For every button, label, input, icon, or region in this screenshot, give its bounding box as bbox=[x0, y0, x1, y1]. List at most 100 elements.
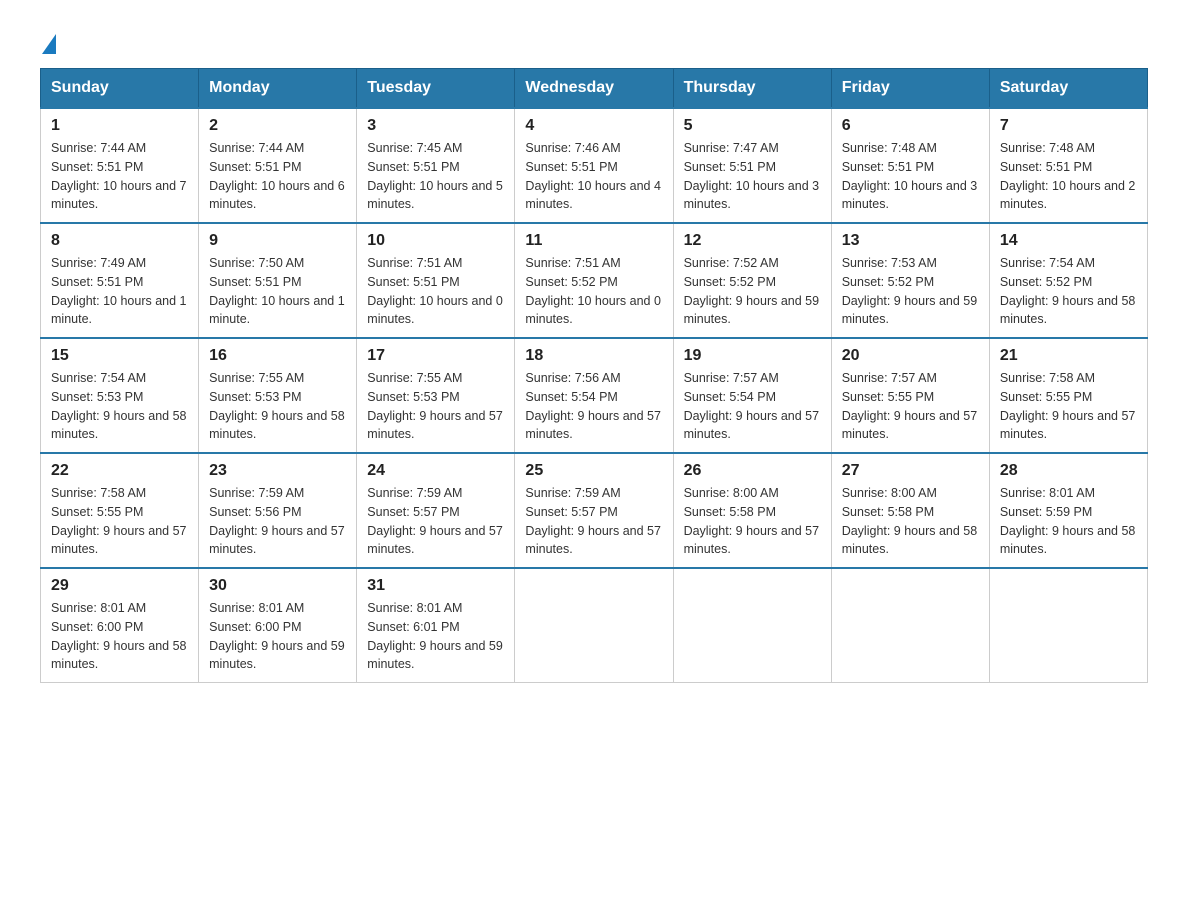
calendar-week-row: 1 Sunrise: 7:44 AM Sunset: 5:51 PM Dayli… bbox=[41, 108, 1148, 223]
day-number: 25 bbox=[525, 462, 662, 480]
calendar-cell: 23 Sunrise: 7:59 AM Sunset: 5:56 PM Dayl… bbox=[199, 453, 357, 568]
day-info: Sunrise: 7:51 AM Sunset: 5:52 PM Dayligh… bbox=[525, 254, 662, 329]
calendar-cell: 29 Sunrise: 8:01 AM Sunset: 6:00 PM Dayl… bbox=[41, 568, 199, 683]
calendar-cell: 27 Sunrise: 8:00 AM Sunset: 5:58 PM Dayl… bbox=[831, 453, 989, 568]
day-number: 15 bbox=[51, 347, 188, 365]
calendar-cell bbox=[831, 568, 989, 683]
day-number: 7 bbox=[1000, 117, 1137, 135]
calendar-cell: 21 Sunrise: 7:58 AM Sunset: 5:55 PM Dayl… bbox=[989, 338, 1147, 453]
calendar-week-row: 15 Sunrise: 7:54 AM Sunset: 5:53 PM Dayl… bbox=[41, 338, 1148, 453]
day-number: 19 bbox=[684, 347, 821, 365]
day-number: 2 bbox=[209, 117, 346, 135]
day-info: Sunrise: 7:44 AM Sunset: 5:51 PM Dayligh… bbox=[51, 139, 188, 214]
day-number: 16 bbox=[209, 347, 346, 365]
day-info: Sunrise: 7:48 AM Sunset: 5:51 PM Dayligh… bbox=[842, 139, 979, 214]
calendar-cell: 5 Sunrise: 7:47 AM Sunset: 5:51 PM Dayli… bbox=[673, 108, 831, 223]
calendar-cell bbox=[515, 568, 673, 683]
day-info: Sunrise: 8:00 AM Sunset: 5:58 PM Dayligh… bbox=[684, 484, 821, 559]
day-info: Sunrise: 7:55 AM Sunset: 5:53 PM Dayligh… bbox=[209, 369, 346, 444]
day-info: Sunrise: 7:57 AM Sunset: 5:54 PM Dayligh… bbox=[684, 369, 821, 444]
calendar-week-row: 22 Sunrise: 7:58 AM Sunset: 5:55 PM Dayl… bbox=[41, 453, 1148, 568]
day-number: 3 bbox=[367, 117, 504, 135]
logo-triangle-icon bbox=[42, 34, 56, 54]
calendar-cell: 1 Sunrise: 7:44 AM Sunset: 5:51 PM Dayli… bbox=[41, 108, 199, 223]
day-number: 10 bbox=[367, 232, 504, 250]
day-number: 13 bbox=[842, 232, 979, 250]
day-info: Sunrise: 7:46 AM Sunset: 5:51 PM Dayligh… bbox=[525, 139, 662, 214]
day-info: Sunrise: 8:01 AM Sunset: 6:01 PM Dayligh… bbox=[367, 599, 504, 674]
day-info: Sunrise: 8:01 AM Sunset: 6:00 PM Dayligh… bbox=[51, 599, 188, 674]
calendar-cell: 17 Sunrise: 7:55 AM Sunset: 5:53 PM Dayl… bbox=[357, 338, 515, 453]
day-number: 27 bbox=[842, 462, 979, 480]
day-number: 31 bbox=[367, 577, 504, 595]
calendar-day-header: Thursday bbox=[673, 69, 831, 109]
calendar-cell bbox=[673, 568, 831, 683]
calendar-cell: 28 Sunrise: 8:01 AM Sunset: 5:59 PM Dayl… bbox=[989, 453, 1147, 568]
day-info: Sunrise: 7:52 AM Sunset: 5:52 PM Dayligh… bbox=[684, 254, 821, 329]
day-info: Sunrise: 7:59 AM Sunset: 5:57 PM Dayligh… bbox=[525, 484, 662, 559]
calendar-cell: 15 Sunrise: 7:54 AM Sunset: 5:53 PM Dayl… bbox=[41, 338, 199, 453]
day-info: Sunrise: 7:48 AM Sunset: 5:51 PM Dayligh… bbox=[1000, 139, 1137, 214]
day-number: 9 bbox=[209, 232, 346, 250]
calendar-cell: 8 Sunrise: 7:49 AM Sunset: 5:51 PM Dayli… bbox=[41, 223, 199, 338]
calendar-cell: 13 Sunrise: 7:53 AM Sunset: 5:52 PM Dayl… bbox=[831, 223, 989, 338]
calendar-cell: 6 Sunrise: 7:48 AM Sunset: 5:51 PM Dayli… bbox=[831, 108, 989, 223]
day-number: 17 bbox=[367, 347, 504, 365]
day-number: 28 bbox=[1000, 462, 1137, 480]
day-number: 8 bbox=[51, 232, 188, 250]
calendar-cell: 19 Sunrise: 7:57 AM Sunset: 5:54 PM Dayl… bbox=[673, 338, 831, 453]
calendar-cell: 26 Sunrise: 8:00 AM Sunset: 5:58 PM Dayl… bbox=[673, 453, 831, 568]
calendar-day-header: Monday bbox=[199, 69, 357, 109]
calendar-cell: 18 Sunrise: 7:56 AM Sunset: 5:54 PM Dayl… bbox=[515, 338, 673, 453]
day-info: Sunrise: 8:01 AM Sunset: 5:59 PM Dayligh… bbox=[1000, 484, 1137, 559]
day-info: Sunrise: 7:59 AM Sunset: 5:56 PM Dayligh… bbox=[209, 484, 346, 559]
day-info: Sunrise: 7:50 AM Sunset: 5:51 PM Dayligh… bbox=[209, 254, 346, 329]
day-info: Sunrise: 7:53 AM Sunset: 5:52 PM Dayligh… bbox=[842, 254, 979, 329]
calendar-cell: 25 Sunrise: 7:59 AM Sunset: 5:57 PM Dayl… bbox=[515, 453, 673, 568]
day-number: 24 bbox=[367, 462, 504, 480]
calendar-cell: 20 Sunrise: 7:57 AM Sunset: 5:55 PM Dayl… bbox=[831, 338, 989, 453]
calendar-cell: 4 Sunrise: 7:46 AM Sunset: 5:51 PM Dayli… bbox=[515, 108, 673, 223]
day-info: Sunrise: 7:45 AM Sunset: 5:51 PM Dayligh… bbox=[367, 139, 504, 214]
calendar-cell: 9 Sunrise: 7:50 AM Sunset: 5:51 PM Dayli… bbox=[199, 223, 357, 338]
day-info: Sunrise: 7:55 AM Sunset: 5:53 PM Dayligh… bbox=[367, 369, 504, 444]
day-info: Sunrise: 7:54 AM Sunset: 5:53 PM Dayligh… bbox=[51, 369, 188, 444]
day-info: Sunrise: 7:44 AM Sunset: 5:51 PM Dayligh… bbox=[209, 139, 346, 214]
day-info: Sunrise: 7:58 AM Sunset: 5:55 PM Dayligh… bbox=[51, 484, 188, 559]
day-info: Sunrise: 7:51 AM Sunset: 5:51 PM Dayligh… bbox=[367, 254, 504, 329]
day-info: Sunrise: 7:54 AM Sunset: 5:52 PM Dayligh… bbox=[1000, 254, 1137, 329]
day-info: Sunrise: 7:57 AM Sunset: 5:55 PM Dayligh… bbox=[842, 369, 979, 444]
day-info: Sunrise: 8:00 AM Sunset: 5:58 PM Dayligh… bbox=[842, 484, 979, 559]
day-number: 26 bbox=[684, 462, 821, 480]
day-info: Sunrise: 7:58 AM Sunset: 5:55 PM Dayligh… bbox=[1000, 369, 1137, 444]
day-number: 1 bbox=[51, 117, 188, 135]
calendar-day-header: Tuesday bbox=[357, 69, 515, 109]
day-number: 20 bbox=[842, 347, 979, 365]
day-number: 4 bbox=[525, 117, 662, 135]
day-info: Sunrise: 7:47 AM Sunset: 5:51 PM Dayligh… bbox=[684, 139, 821, 214]
calendar-cell: 31 Sunrise: 8:01 AM Sunset: 6:01 PM Dayl… bbox=[357, 568, 515, 683]
calendar-cell: 22 Sunrise: 7:58 AM Sunset: 5:55 PM Dayl… bbox=[41, 453, 199, 568]
day-number: 6 bbox=[842, 117, 979, 135]
calendar-cell: 11 Sunrise: 7:51 AM Sunset: 5:52 PM Dayl… bbox=[515, 223, 673, 338]
day-info: Sunrise: 8:01 AM Sunset: 6:00 PM Dayligh… bbox=[209, 599, 346, 674]
calendar-day-header: Wednesday bbox=[515, 69, 673, 109]
calendar-day-header: Sunday bbox=[41, 69, 199, 109]
day-number: 18 bbox=[525, 347, 662, 365]
day-number: 30 bbox=[209, 577, 346, 595]
calendar-table: SundayMondayTuesdayWednesdayThursdayFrid… bbox=[40, 68, 1148, 683]
calendar-cell: 30 Sunrise: 8:01 AM Sunset: 6:00 PM Dayl… bbox=[199, 568, 357, 683]
calendar-cell bbox=[989, 568, 1147, 683]
day-number: 14 bbox=[1000, 232, 1137, 250]
calendar-cell: 2 Sunrise: 7:44 AM Sunset: 5:51 PM Dayli… bbox=[199, 108, 357, 223]
day-info: Sunrise: 7:59 AM Sunset: 5:57 PM Dayligh… bbox=[367, 484, 504, 559]
day-number: 23 bbox=[209, 462, 346, 480]
logo bbox=[40, 30, 56, 48]
calendar-week-row: 8 Sunrise: 7:49 AM Sunset: 5:51 PM Dayli… bbox=[41, 223, 1148, 338]
header bbox=[40, 30, 1148, 48]
day-number: 21 bbox=[1000, 347, 1137, 365]
calendar-cell: 3 Sunrise: 7:45 AM Sunset: 5:51 PM Dayli… bbox=[357, 108, 515, 223]
calendar-header-row: SundayMondayTuesdayWednesdayThursdayFrid… bbox=[41, 69, 1148, 109]
calendar-cell: 16 Sunrise: 7:55 AM Sunset: 5:53 PM Dayl… bbox=[199, 338, 357, 453]
calendar-cell: 10 Sunrise: 7:51 AM Sunset: 5:51 PM Dayl… bbox=[357, 223, 515, 338]
